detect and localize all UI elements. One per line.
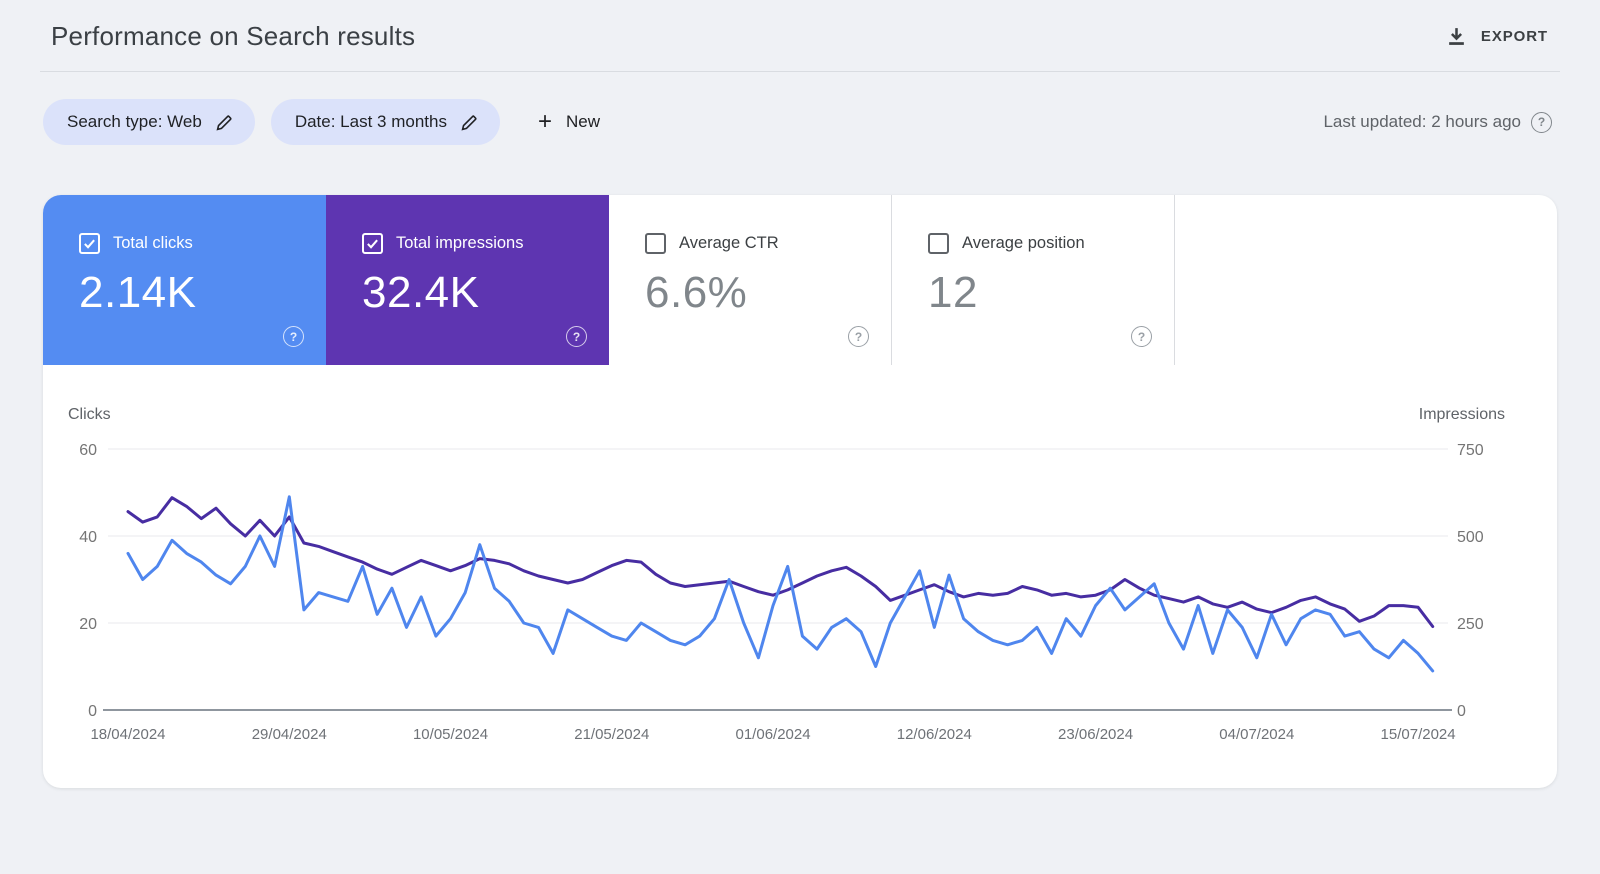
svg-text:23/06/2024: 23/06/2024	[1058, 726, 1133, 743]
svg-text:10/05/2024: 10/05/2024	[413, 726, 488, 743]
svg-text:18/04/2024: 18/04/2024	[90, 726, 165, 743]
export-label: EXPORT	[1480, 28, 1548, 45]
help-icon[interactable]: ?	[1531, 111, 1552, 133]
help-icon[interactable]: ?	[1131, 326, 1152, 347]
performance-panel: Total clicks 2.14K ? Total impressions 3…	[43, 195, 1557, 788]
checkbox-unchecked-icon[interactable]	[645, 233, 666, 254]
metric-label: Average position	[962, 234, 1085, 252]
new-filter-button[interactable]: + New	[526, 102, 612, 142]
checkbox-checked-icon[interactable]	[79, 233, 100, 254]
last-updated-text: Last updated: 2 hours ago	[1323, 112, 1521, 131]
metric-card-average-ctr[interactable]: Average CTR 6.6% ?	[609, 195, 892, 365]
svg-text:40: 40	[79, 529, 97, 546]
help-icon[interactable]: ?	[283, 326, 304, 347]
line-chart-svg[interactable]: 0 0 20 250 40 500 60 750 Clicks Impressions 18/04/…	[43, 395, 1557, 785]
metric-card-total-clicks[interactable]: Total clicks 2.14K ?	[43, 195, 326, 365]
metric-value: 6.6%	[645, 268, 748, 317]
svg-text:20: 20	[79, 616, 97, 633]
svg-text:0: 0	[1457, 703, 1466, 720]
metric-value: 2.14K	[79, 268, 197, 317]
checkbox-checked-icon[interactable]	[362, 233, 383, 254]
metric-label: Total impressions	[396, 234, 524, 252]
svg-text:01/06/2024: 01/06/2024	[736, 726, 811, 743]
pencil-icon	[216, 114, 233, 131]
metric-card-total-impressions[interactable]: Total impressions 32.4K ?	[326, 195, 609, 365]
svg-text:750: 750	[1457, 442, 1484, 459]
filter-row: Search type: Web Date: Last 3 months + N…	[0, 72, 1600, 145]
date-range-chip[interactable]: Date: Last 3 months	[270, 99, 500, 145]
search-type-chip-label: Search type: Web	[67, 112, 202, 131]
svg-text:Impressions: Impressions	[1419, 406, 1505, 423]
checkbox-unchecked-icon[interactable]	[928, 233, 949, 254]
help-icon[interactable]: ?	[566, 326, 587, 347]
export-button[interactable]: EXPORT	[1442, 20, 1552, 53]
metric-card-average-position[interactable]: Average position 12 ?	[892, 195, 1175, 365]
svg-text:Clicks: Clicks	[68, 406, 111, 423]
svg-text:04/07/2024: 04/07/2024	[1219, 726, 1294, 743]
help-icon[interactable]: ?	[848, 326, 869, 347]
svg-text:29/04/2024: 29/04/2024	[252, 726, 327, 743]
performance-chart[interactable]: 0 0 20 250 40 500 60 750 Clicks Impressions 18/04/…	[43, 395, 1557, 785]
metric-value: 12	[928, 268, 978, 317]
metric-cards: Total clicks 2.14K ? Total impressions 3…	[43, 195, 1557, 365]
metric-value: 32.4K	[362, 268, 480, 317]
svg-text:12/06/2024: 12/06/2024	[897, 726, 972, 743]
new-filter-label: New	[565, 112, 600, 131]
plus-icon: +	[537, 108, 552, 135]
search-type-chip[interactable]: Search type: Web	[43, 99, 255, 145]
svg-text:250: 250	[1457, 616, 1484, 633]
pencil-icon	[461, 114, 478, 131]
last-updated: Last updated: 2 hours ago ?	[1323, 111, 1552, 133]
svg-text:500: 500	[1457, 529, 1484, 546]
metric-label: Average CTR	[679, 234, 779, 252]
page-title: Performance on Search results	[51, 21, 416, 51]
download-icon	[1446, 26, 1467, 47]
svg-text:15/07/2024: 15/07/2024	[1381, 726, 1456, 743]
metric-label: Total clicks	[113, 234, 193, 252]
svg-text:0: 0	[88, 703, 97, 720]
date-range-chip-label: Date: Last 3 months	[294, 112, 447, 131]
svg-text:21/05/2024: 21/05/2024	[574, 726, 649, 743]
top-bar: Performance on Search results EXPORT	[0, 0, 1600, 71]
svg-text:60: 60	[79, 442, 97, 459]
